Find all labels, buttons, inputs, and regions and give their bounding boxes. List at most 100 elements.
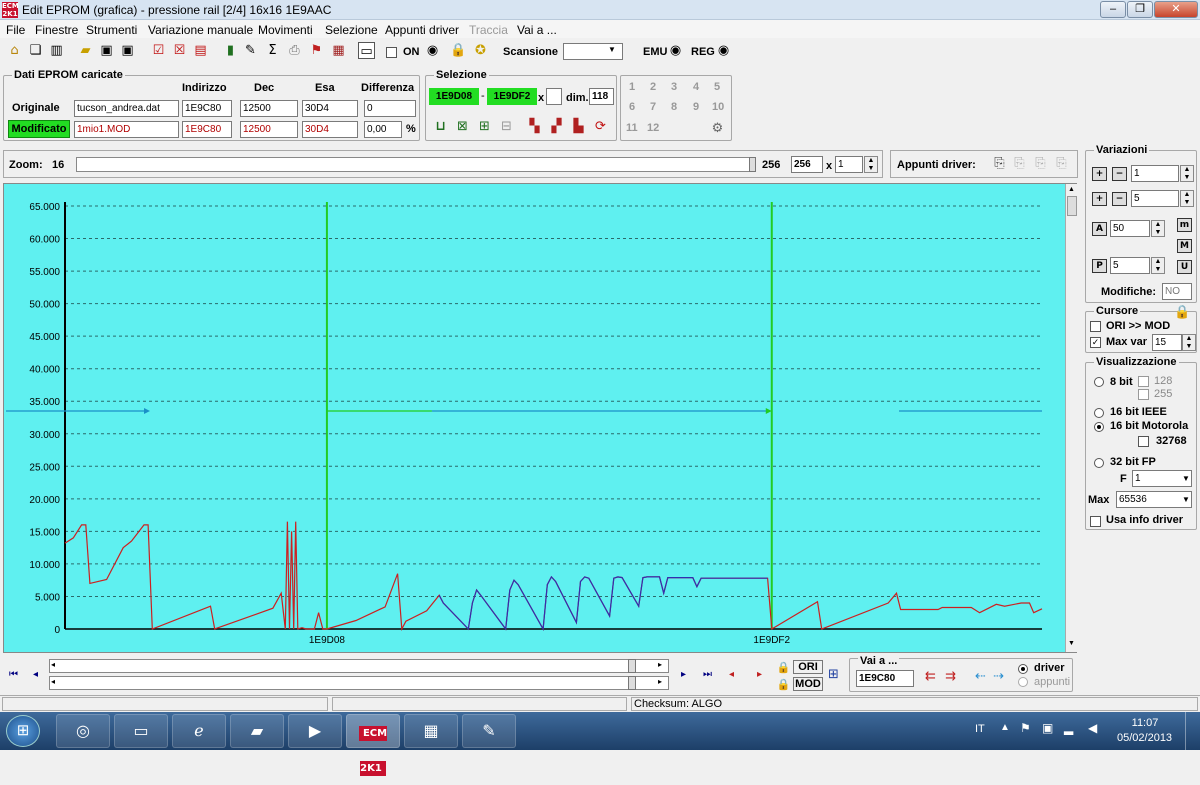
explorer-files-icon[interactable]: ▭	[114, 714, 168, 748]
next-red-icon[interactable]: ▸	[751, 666, 768, 683]
var-step1-spinner[interactable]: ▲ ▼	[1180, 165, 1194, 182]
ori-lock-icon[interactable]: 🔒	[775, 659, 792, 676]
save-icon[interactable]: ▣	[98, 42, 115, 59]
modificato-dec-field[interactable]: 12500	[240, 121, 298, 138]
num-button-1[interactable]: 1	[629, 81, 635, 93]
ori-button[interactable]: ORI	[793, 660, 823, 674]
last-icon[interactable]: ⏭	[699, 666, 716, 683]
cursore-lock-icon[interactable]: 🔒	[1174, 304, 1191, 321]
radio-appunti[interactable]	[1018, 677, 1028, 687]
num-button-11[interactable]: 11	[626, 122, 638, 134]
internet-explorer-icon[interactable]: ℯ	[172, 714, 226, 748]
sum-icon[interactable]: Σ	[264, 42, 281, 59]
grid-nav-icon[interactable]: ⊞	[825, 666, 842, 683]
modificato-file-field[interactable]: 1mio1.MOD	[74, 121, 179, 138]
max-var-checkbox[interactable]: ✓	[1090, 337, 1101, 348]
selezione-start[interactable]: 1E9D08	[429, 88, 479, 105]
open-folder-icon[interactable]: ▰	[77, 42, 94, 59]
var-step5-field[interactable]: 5	[1131, 190, 1179, 207]
checkbox-255[interactable]	[1138, 389, 1149, 400]
run-icon[interactable]: ✪	[472, 42, 489, 59]
scroll-left-icon[interactable]: ◂	[51, 660, 55, 669]
chart-vertical-scrollbar[interactable]: ▲ ▼	[1065, 184, 1077, 652]
zoom-multiplier-field[interactable]: 1	[835, 156, 863, 173]
menu-vai-a[interactable]: Vai a ...	[517, 23, 557, 37]
scroll-up-icon[interactable]: ▲	[1068, 186, 1075, 193]
paint-icon[interactable]: ✎	[462, 714, 516, 748]
network-icon[interactable]: ▂	[1064, 721, 1073, 735]
usa-info-driver-checkbox[interactable]	[1090, 516, 1101, 527]
modificato-diff-field[interactable]: 0,00	[364, 121, 402, 138]
var-p-spinner[interactable]: ▲ ▼	[1151, 257, 1165, 274]
clear-red-icon[interactable]: ▙	[570, 118, 587, 135]
zoom-value-field[interactable]: 256	[791, 156, 823, 173]
paste-red-icon[interactable]: ▞	[548, 118, 565, 135]
menu-strumenti[interactable]: Strumenti	[86, 23, 137, 37]
swap-right-icon[interactable]: ⇢	[990, 668, 1007, 685]
var-U-button[interactable]: U	[1177, 260, 1192, 274]
appunti-delete-icon[interactable]: ⎘	[1053, 155, 1070, 172]
settings-icon[interactable]: ⚙	[709, 120, 726, 137]
window-icon[interactable]: ▭	[358, 42, 375, 59]
modificato-indirizzo-field[interactable]: 1E9C80	[182, 121, 232, 138]
var-p-field[interactable]: 5	[1110, 257, 1150, 274]
var-a-field[interactable]: 50	[1110, 220, 1150, 237]
menu-file[interactable]: File	[6, 23, 25, 37]
minimize-button[interactable]: –	[1100, 1, 1126, 18]
num-button-9[interactable]: 9	[693, 101, 699, 113]
emu-icon[interactable]: ◉	[667, 42, 684, 59]
scroll-down-icon[interactable]: ▼	[1068, 640, 1075, 647]
prev-icon[interactable]: ◂	[27, 666, 44, 683]
pressure-chart[interactable]: 0 5.000 10.000 15.000 20.000 25.000 30.000 35.0…	[4, 184, 1064, 652]
vai-a-field[interactable]: 1E9C80	[856, 670, 914, 687]
scroll-left2-icon[interactable]: ◂	[51, 677, 55, 686]
var-p-button[interactable]: P	[1092, 259, 1107, 273]
var-plus1-icon[interactable]: +	[1092, 167, 1107, 181]
clock-time[interactable]: 11:07	[1125, 717, 1165, 729]
scroll-right-icon[interactable]: ▸	[658, 660, 662, 669]
maximize-button[interactable]: ❐	[1127, 1, 1153, 18]
checkbox-32768[interactable]	[1138, 436, 1149, 447]
on-checkbox[interactable]	[386, 47, 397, 58]
scroll-thumb[interactable]	[1067, 196, 1077, 216]
sel-b-icon[interactable]: ⊠	[454, 118, 471, 135]
volume-icon[interactable]: ◀	[1088, 721, 1097, 735]
windows-icon[interactable]: ❏	[27, 42, 44, 59]
var-minus1-icon[interactable]: −	[1112, 167, 1127, 181]
tray-app-icon[interactable]: ▣	[1042, 721, 1053, 735]
sel-c-icon[interactable]: ⊞	[476, 118, 493, 135]
var-M-button[interactable]: M	[1177, 239, 1192, 253]
num-button-5[interactable]: 5	[714, 81, 720, 93]
num-button-4[interactable]: 4	[693, 81, 699, 93]
max-var-spinner[interactable]: ▲ ▼	[1182, 334, 1196, 351]
top-scroll-thumb[interactable]	[628, 659, 636, 673]
radio-16bit-motorola[interactable]	[1094, 422, 1104, 432]
menu-selezione[interactable]: Selezione	[325, 23, 378, 37]
selezione-x-field[interactable]	[546, 88, 562, 105]
calculator-icon[interactable]: ▮	[222, 42, 239, 59]
language-indicator[interactable]: IT	[975, 723, 985, 735]
panel-icon[interactable]: ▥	[48, 42, 65, 59]
appunti-paste-icon[interactable]: ⎘	[1011, 155, 1028, 172]
chrome-icon[interactable]: ◎	[56, 714, 110, 748]
clock-date[interactable]: 05/02/2013	[1117, 732, 1172, 744]
var-step1-field[interactable]: 1	[1131, 165, 1179, 182]
save-as-icon[interactable]: ▣	[119, 42, 136, 59]
var-a-spinner[interactable]: ▲ ▼	[1151, 220, 1165, 237]
num-button-2[interactable]: 2	[650, 81, 656, 93]
zoom-slider-thumb[interactable]	[749, 157, 756, 172]
mod-button[interactable]: MOD	[793, 677, 823, 691]
menu-appunti-driver[interactable]: Appunti driver	[385, 23, 459, 37]
checkbox-128[interactable]	[1138, 376, 1149, 387]
bottom-scroll-track[interactable]: ◂ ▸	[49, 676, 669, 690]
prev-red-icon[interactable]: ◂	[723, 666, 740, 683]
sel-a-icon[interactable]: ⊔	[432, 118, 449, 135]
goto-ori-icon[interactable]: ⇇	[922, 668, 939, 685]
zoom-slider[interactable]	[76, 157, 756, 172]
num-button-3[interactable]: 3	[671, 81, 677, 93]
menu-variazione-manuale[interactable]: Variazione manuale	[148, 23, 253, 37]
originale-diff-field[interactable]: 0	[364, 100, 416, 117]
next-icon[interactable]: ▸	[675, 666, 692, 683]
graph-icon[interactable]: ▦	[330, 42, 347, 59]
num-button-12[interactable]: 12	[647, 122, 659, 134]
